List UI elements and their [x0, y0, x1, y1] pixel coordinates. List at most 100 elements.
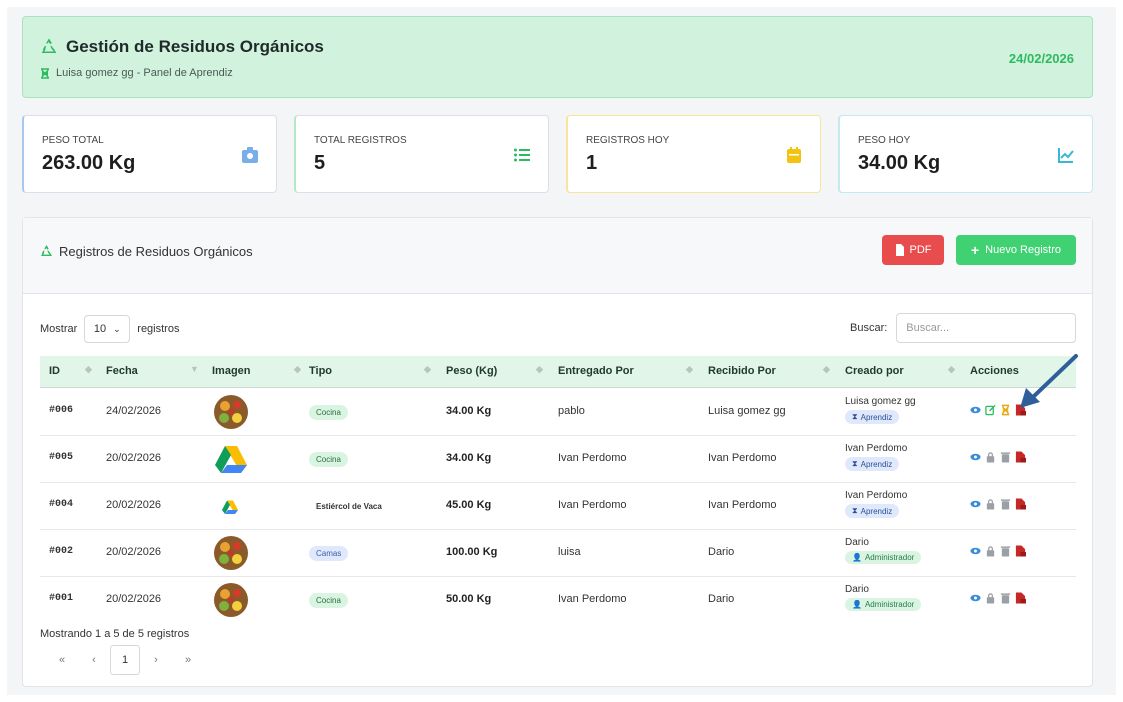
record-date: 24/02/2026: [106, 405, 162, 417]
hourglass-icon: ⧗: [852, 412, 858, 421]
record-id: #006: [49, 405, 74, 416]
view-eye-icon[interactable]: [970, 498, 981, 510]
vegetables-image[interactable]: [213, 394, 249, 430]
list-icon: [514, 148, 530, 162]
tipo-badge: Estiércol de Vaca: [316, 502, 382, 511]
role-badge: ⧗ Aprendiz: [845, 457, 900, 471]
file-pdf-icon[interactable]: [1015, 545, 1026, 557]
record-id: #005: [49, 452, 74, 463]
row-actions: [970, 451, 1026, 463]
sort-icon: ◆: [424, 364, 431, 374]
edit-icon[interactable]: [985, 404, 996, 416]
stat-card-peso-total: PESO TOTAL 263.00 Kg: [22, 115, 277, 193]
user-panel-label: Luisa gomez gg - Panel de Aprendiz: [56, 67, 233, 79]
chart-line-icon: [1058, 148, 1074, 163]
first-page-button[interactable]: «: [46, 645, 78, 675]
created-by: Ivan Perdomo ⧗ Aprendiz: [845, 443, 907, 471]
file-pdf-icon[interactable]: [1015, 498, 1026, 510]
creator-name: Ivan Perdomo: [845, 443, 908, 454]
column-header-recibido[interactable]: Recibido Por: [708, 365, 776, 377]
table-info: Mostrando 1 a 5 de 5 registros: [40, 628, 190, 640]
search-input[interactable]: [896, 313, 1077, 343]
delivered-by: Ivan Perdomo: [558, 593, 627, 605]
record-date: 20/02/2026: [106, 593, 162, 605]
record-weight: 34.00 Kg: [446, 405, 492, 417]
tipo-badge: Cocina: [309, 452, 348, 467]
column-header-fecha[interactable]: Fecha: [106, 365, 138, 377]
table-header: ID ◆ Fecha ▼ Imagen ◆ Tipo ◆ Peso (Kg) ◆…: [40, 356, 1076, 388]
view-eye-icon[interactable]: [970, 451, 981, 463]
page-title: Gestión de Residuos Orgánicos: [40, 37, 324, 57]
role-label: Aprendiz: [860, 459, 893, 469]
record-id: #002: [49, 546, 74, 557]
next-page-button[interactable]: ›: [140, 645, 172, 675]
view-eye-icon[interactable]: [970, 592, 981, 604]
stat-label: PESO TOTAL: [42, 135, 104, 146]
record-weight: 100.00 Kg: [446, 546, 498, 558]
panel-title: Registros de Residuos Orgánicos: [40, 244, 253, 259]
export-pdf-button[interactable]: PDF: [882, 235, 944, 265]
table-row: #006 24/02/2026 Cocina 34.00 Kg pablo Lu…: [40, 389, 1076, 436]
page-length-select[interactable]: 10 ⌄: [84, 315, 131, 343]
recycle-icon: [41, 245, 52, 256]
record-weight: 50.00 Kg: [446, 593, 492, 605]
column-header-creado[interactable]: Creado por: [845, 365, 904, 377]
hourglass-icon: ⧗: [852, 459, 858, 468]
column-header-peso[interactable]: Peso (Kg): [446, 365, 497, 377]
creator-name: Ivan Perdomo: [845, 490, 908, 501]
created-by: Dario 👤 Administrador: [845, 584, 922, 611]
sort-icon: ◆: [536, 364, 543, 374]
stat-value: 5: [314, 152, 326, 174]
column-header-entregado[interactable]: Entregado Por: [558, 365, 634, 377]
hourglass-icon: [41, 67, 49, 79]
current-date: 24/02/2026: [1008, 51, 1074, 66]
view-eye-icon[interactable]: [970, 404, 981, 416]
file-pdf-icon[interactable]: [1015, 451, 1026, 463]
page-background: Gestión de Residuos Orgánicos Luisa gome…: [7, 7, 1116, 695]
received-by: Dario: [708, 546, 735, 558]
sort-icon: ◆: [85, 364, 92, 374]
table-row: #004 20/02/2026 Estiércol de Vaca 45.00 …: [40, 483, 1076, 530]
weight-icon: [242, 147, 258, 163]
trash-icon: [1000, 452, 1011, 463]
row-actions: [970, 498, 1026, 510]
page-1-button[interactable]: 1: [110, 645, 140, 675]
file-pdf-icon[interactable]: [1015, 592, 1026, 604]
received-by: Ivan Perdomo: [708, 499, 777, 511]
sort-icon: ◆: [823, 364, 830, 374]
new-record-button[interactable]: + Nuevo Registro: [956, 235, 1076, 265]
role-label: Administrador: [864, 600, 915, 609]
sort-icon: ◆: [294, 364, 301, 374]
drive-logo-small-image[interactable]: [221, 498, 239, 516]
record-id: #001: [49, 593, 74, 604]
column-header-imagen[interactable]: Imagen: [212, 365, 251, 377]
sort-icon: ◆: [948, 364, 955, 374]
role-label: Aprendiz: [860, 412, 893, 422]
creator-name: Luisa gomez gg: [845, 396, 916, 407]
panel-title-text: Registros de Residuos Orgánicos: [59, 244, 253, 259]
creator-name: Dario: [845, 584, 869, 595]
column-header-id[interactable]: ID: [49, 365, 60, 377]
sort-desc-icon: ▼: [190, 364, 199, 374]
prev-page-button[interactable]: ‹: [78, 645, 110, 675]
stat-value: 263.00 Kg: [42, 152, 136, 174]
trash-icon: [1000, 546, 1011, 557]
stat-card-total-registros: TOTAL REGISTROS 5: [294, 115, 549, 193]
chevron-down-icon: ⌄: [113, 323, 121, 334]
view-eye-icon[interactable]: [970, 545, 981, 557]
hourglass-icon: ⧗: [852, 506, 858, 515]
table-row: #002 20/02/2026 Camas 100.00 Kg luisa Da…: [40, 530, 1076, 577]
user-cog-icon: 👤: [852, 553, 862, 562]
tipo-badge: Cocina: [309, 593, 348, 608]
drive-logo-image[interactable]: [213, 441, 249, 477]
record-date: 20/02/2026: [106, 499, 162, 511]
user-subtitle: Luisa gomez gg - Panel de Aprendiz: [40, 67, 233, 79]
vegetables-image[interactable]: [213, 582, 249, 618]
last-page-button[interactable]: »: [172, 645, 204, 675]
lock-icon: [986, 593, 995, 604]
vegetables-image[interactable]: [213, 535, 249, 571]
role-label: Administrador: [864, 553, 915, 562]
column-header-tipo[interactable]: Tipo: [309, 365, 332, 377]
sort-icon: ◆: [686, 364, 693, 374]
lock-icon: [986, 499, 995, 510]
